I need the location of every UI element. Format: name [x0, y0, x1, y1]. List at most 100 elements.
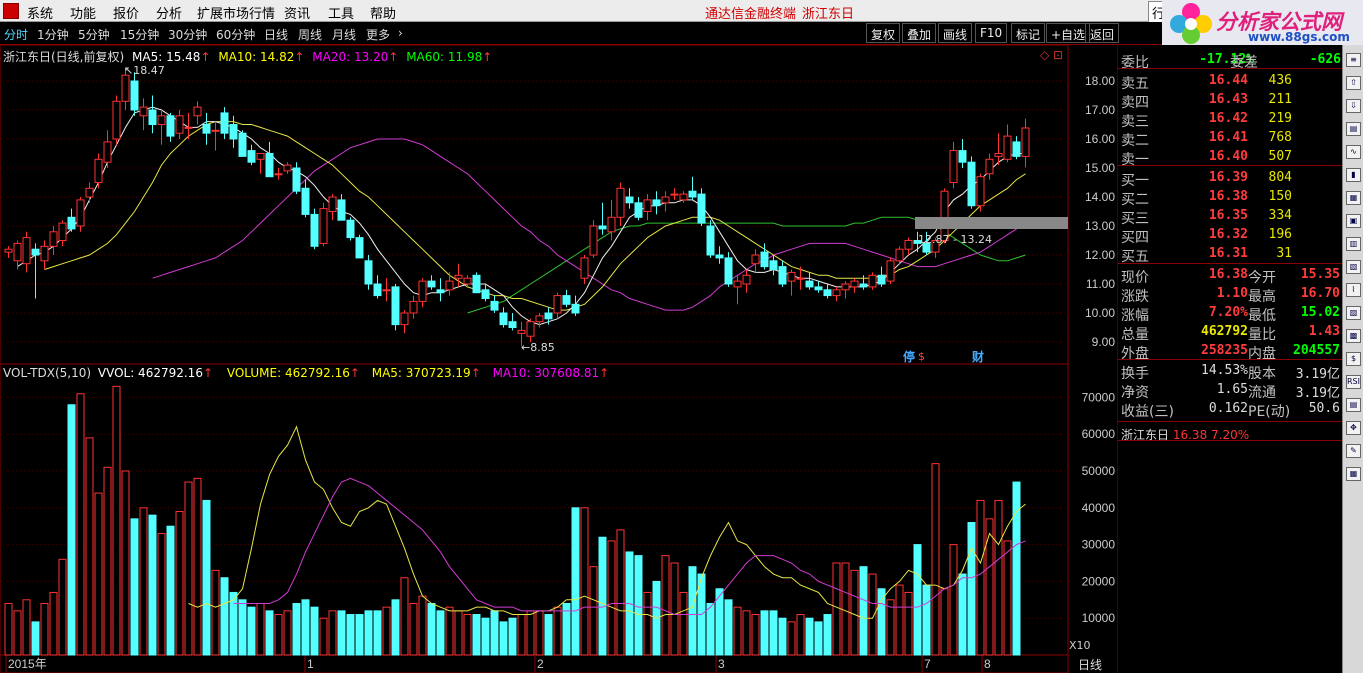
candle-body	[805, 280, 814, 288]
f10-button[interactable]: F10	[975, 23, 1008, 43]
volume-bar	[976, 499, 985, 656]
nav-icon[interactable]: ✥	[1346, 421, 1361, 435]
overlay-button[interactable]: 叠加	[902, 23, 937, 43]
candle-body	[670, 193, 679, 196]
menu-system[interactable]: 系统	[27, 3, 53, 22]
volume-bar	[841, 562, 850, 656]
kline-icon[interactable]: ▮	[1346, 168, 1361, 182]
volume-bar	[823, 614, 832, 656]
info-icon[interactable]: ▧	[1346, 260, 1361, 274]
tab-60min[interactable]: 60分钟	[216, 26, 255, 43]
candle-body	[310, 213, 319, 247]
volume-bar	[814, 621, 823, 656]
stat-label-2: 量比	[1248, 327, 1276, 343]
tab-daily[interactable]: 日线	[264, 26, 288, 43]
price-tick-label: 16.00	[1085, 132, 1115, 146]
candle-body	[562, 295, 571, 305]
rsi-icon[interactable]: RSI	[1346, 375, 1361, 389]
fund-row: 净资 1.65 流通 3.19亿	[1118, 382, 1342, 401]
bid-volume: 334	[1268, 208, 1292, 223]
candle-body	[427, 280, 436, 288]
k-line-chart[interactable]: 18.00 17.00 16.00 15.00 14.00 13.00 12.00 11.00…	[0, 45, 1118, 673]
menu-news[interactable]: 资讯	[284, 3, 310, 22]
fund-label: 换手	[1121, 366, 1149, 382]
fund-icon[interactable]: ▣	[1346, 214, 1361, 228]
fund-value-2: 3.19亿	[1295, 386, 1340, 401]
minute-chart-icon[interactable]: ∿	[1346, 145, 1361, 159]
candle-body	[202, 124, 211, 134]
bid-volume: 196	[1268, 227, 1292, 242]
menu-analysis[interactable]: 分析	[156, 3, 182, 22]
bar-chart-icon[interactable]: ▥	[1346, 237, 1361, 251]
date-tick-label: 7	[924, 657, 931, 671]
candle-body	[121, 74, 130, 102]
volume-bar	[949, 544, 958, 656]
candle-body	[346, 219, 355, 239]
layout-icon[interactable]: ▦	[1346, 467, 1361, 481]
ask-volume: 211	[1268, 92, 1292, 107]
volume-bar	[364, 610, 373, 656]
tab-30min[interactable]: 30分钟	[168, 26, 207, 43]
volume-bar	[877, 588, 886, 656]
volume-bar	[211, 569, 220, 656]
fund-label-2: PE(动)	[1248, 404, 1291, 420]
up-arrow-icon[interactable]: ⇧	[1346, 76, 1361, 90]
volume-bar	[202, 499, 211, 656]
volume-bar	[139, 507, 148, 656]
market-icon[interactable]: ▩	[1346, 329, 1361, 343]
volume-bar	[4, 602, 13, 656]
volume-bar	[706, 602, 715, 656]
volume-bar	[85, 437, 94, 656]
finance-marker[interactable]: 财	[972, 348, 984, 365]
ask-row: 卖五 16.44 436	[1118, 73, 1342, 92]
menu-help[interactable]: 帮助	[370, 3, 396, 22]
stat-value-2: 15.02	[1300, 305, 1340, 320]
ask-price: 16.44	[1208, 73, 1248, 88]
candle-body	[580, 257, 589, 279]
candle-body	[94, 158, 103, 184]
menu-extended-market[interactable]: 扩展市场行情	[197, 3, 275, 22]
menu-quote[interactable]: 报价	[113, 3, 139, 22]
sector-icon[interactable]: ▨	[1346, 306, 1361, 320]
back-button[interactable]: 返回	[1085, 23, 1120, 43]
suspension-marker[interactable]: 停	[903, 348, 915, 365]
report-icon[interactable]: ▤	[1346, 122, 1361, 136]
volume-bar	[400, 577, 409, 656]
bid-row: 买二 16.38 150	[1118, 189, 1342, 208]
menu-tools[interactable]: 工具	[328, 3, 354, 22]
tab-5min[interactable]: 5分钟	[78, 26, 110, 43]
bid-price: 16.38	[1208, 189, 1248, 204]
stat-value: 258235	[1201, 343, 1248, 358]
draw-line-button[interactable]: 画线	[938, 23, 973, 43]
restore-rights-button[interactable]: 复权	[866, 23, 901, 43]
volume-bar	[418, 595, 427, 656]
candle-body	[265, 153, 274, 178]
chart-options-icon[interactable]: ◇ ⊡	[1040, 48, 1063, 62]
volume-bar	[130, 518, 139, 656]
ind-icon[interactable]: ▤	[1346, 398, 1361, 412]
chart-icon[interactable]: ⌇	[1346, 283, 1361, 297]
price-tick-label: 18.00	[1085, 74, 1115, 88]
volume-bar	[454, 610, 463, 656]
volume-bar	[805, 617, 814, 656]
mark-button[interactable]: 标记	[1011, 23, 1046, 43]
fund-value: 14.53%	[1201, 363, 1248, 378]
draw-icon[interactable]: ✎	[1346, 444, 1361, 458]
tab-minute[interactable]: 分时	[4, 26, 28, 43]
tab-15min[interactable]: 15分钟	[120, 26, 159, 43]
dividend-marker[interactable]: $	[918, 350, 925, 363]
volume-bar	[67, 404, 76, 656]
money-icon[interactable]: $	[1346, 352, 1361, 366]
more-arrow-icon[interactable]: ›	[398, 26, 403, 40]
candle-body	[643, 199, 652, 212]
add-watchlist-button[interactable]: +自选	[1046, 23, 1091, 43]
menu-function[interactable]: 功能	[70, 3, 96, 22]
tab-weekly[interactable]: 周线	[298, 26, 322, 43]
candle-body	[49, 231, 58, 247]
tab-1min[interactable]: 1分钟	[37, 26, 69, 43]
quote-icon[interactable]: ≡	[1346, 53, 1361, 67]
tab-monthly[interactable]: 月线	[332, 26, 356, 43]
down-arrow-icon[interactable]: ⇩	[1346, 99, 1361, 113]
f10-icon[interactable]: ▦	[1346, 191, 1361, 205]
tab-more[interactable]: 更多	[366, 26, 390, 43]
